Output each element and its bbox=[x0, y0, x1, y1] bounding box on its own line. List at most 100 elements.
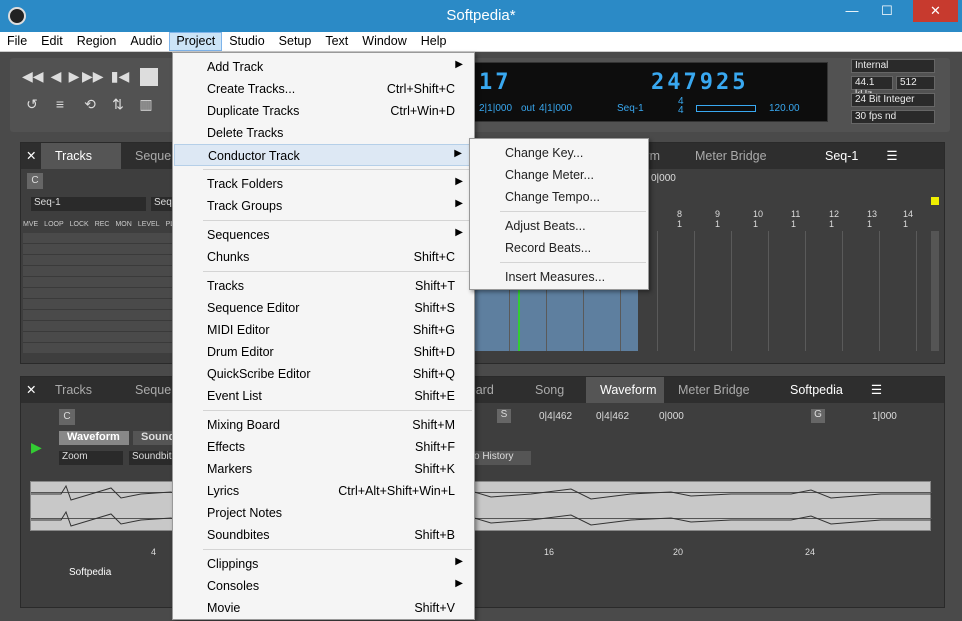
menu-item-track-groups[interactable]: Track Groups ▶ bbox=[174, 195, 473, 217]
menu-window[interactable]: Window bbox=[355, 32, 413, 51]
submenu-item-change-tempo[interactable]: Change Tempo... bbox=[471, 186, 647, 208]
return-to-start-icon[interactable]: ▮◀ bbox=[110, 68, 130, 84]
counter-left: 17 bbox=[479, 70, 512, 95]
play-icon[interactable]: ▶ bbox=[31, 439, 42, 456]
panel-menu[interactable]: Softpedia bbox=[776, 377, 857, 403]
close-panel-icon[interactable]: ✕ bbox=[21, 143, 41, 169]
position-slider[interactable] bbox=[696, 105, 756, 112]
submenu-item-record-beats[interactable]: Record Beats... bbox=[471, 237, 647, 259]
menu-item-clippings[interactable]: Clippings ▶ bbox=[174, 553, 473, 575]
submenu-item-insert-measures[interactable]: Insert Measures... bbox=[471, 266, 647, 288]
menu-item-duplicate-tracks[interactable]: Duplicate Tracks Ctrl+Win+D bbox=[174, 100, 473, 122]
menu-item-create-tracks[interactable]: Create Tracks... Ctrl+Shift+C bbox=[174, 78, 473, 100]
sequence-name[interactable]: Seq-1 bbox=[31, 197, 146, 211]
minimize-button[interactable]: — bbox=[837, 0, 867, 22]
menu-item-chunks[interactable]: Chunks Shift+C bbox=[174, 246, 473, 268]
g-button[interactable]: G bbox=[811, 409, 825, 423]
sound-subtab[interactable]: Sound bbox=[133, 431, 175, 445]
menu-item-tracks[interactable]: Tracks Shift+T bbox=[174, 275, 473, 297]
meter-icon[interactable]: ▥ bbox=[136, 96, 156, 112]
menu-separator bbox=[203, 220, 472, 221]
tab-waveform[interactable]: Waveform bbox=[586, 377, 664, 403]
sequence-selector[interactable]: Seq-1 bbox=[617, 103, 644, 114]
rewind-icon[interactable]: ◀◀ bbox=[22, 68, 44, 84]
maximize-button[interactable]: ☐ bbox=[872, 0, 902, 22]
position-3[interactable]: 0|000 bbox=[659, 411, 684, 422]
position-1[interactable]: 0|4|462 bbox=[539, 411, 572, 422]
play-icon[interactable]: ▶ bbox=[64, 68, 84, 84]
menu-project[interactable]: Project bbox=[169, 32, 223, 51]
out-value[interactable]: 4|1|000 bbox=[539, 103, 572, 114]
marker-icon[interactable] bbox=[931, 197, 939, 205]
fast-forward-icon[interactable]: ▶▶ bbox=[82, 68, 104, 84]
menu-help[interactable]: Help bbox=[414, 32, 454, 51]
step-icon[interactable]: ⇅ bbox=[108, 96, 128, 112]
menu-text[interactable]: Text bbox=[318, 32, 355, 51]
menu-item-movie[interactable]: Movie Shift+V bbox=[174, 597, 473, 619]
submenu-item-change-meter[interactable]: Change Meter... bbox=[471, 164, 647, 186]
submenu-item-label: Insert Measures... bbox=[505, 270, 606, 284]
menu-region[interactable]: Region bbox=[70, 32, 124, 51]
menu-item-sequence-editor[interactable]: Sequence Editor Shift+S bbox=[174, 297, 473, 319]
track-rows[interactable] bbox=[23, 233, 173, 353]
menu-edit[interactable]: Edit bbox=[34, 32, 70, 51]
menu-item-markers[interactable]: Markers Shift+K bbox=[174, 458, 473, 480]
loop-icon[interactable]: ⟲ bbox=[80, 96, 100, 112]
position-2[interactable]: 0|4|462 bbox=[596, 411, 629, 422]
audio-waveform[interactable] bbox=[30, 481, 932, 531]
menu-item-sequences[interactable]: Sequences ▶ bbox=[174, 224, 473, 246]
submenu-item-adjust-beats[interactable]: Adjust Beats... bbox=[471, 215, 647, 237]
submenu-item-change-key[interactable]: Change Key... bbox=[471, 142, 647, 164]
menu-item-delete-tracks[interactable]: Delete Tracks bbox=[174, 122, 473, 144]
menu-file[interactable]: File bbox=[0, 32, 34, 51]
menu-item-conductor-track[interactable]: Conductor Track ▶ bbox=[174, 144, 473, 166]
frame-rate[interactable]: 30 fps nd bbox=[851, 110, 935, 124]
close-button[interactable]: ✕ bbox=[913, 0, 958, 22]
c-button[interactable]: C bbox=[27, 173, 43, 189]
tempo-value[interactable]: 120.00 bbox=[769, 103, 800, 114]
menu-setup[interactable]: Setup bbox=[272, 32, 319, 51]
bit-depth[interactable]: 24 Bit Integer bbox=[851, 93, 935, 107]
close-panel-icon[interactable]: ✕ bbox=[21, 377, 41, 403]
grid-value[interactable]: 1|000 bbox=[872, 411, 897, 422]
zoom-select[interactable]: Zoom bbox=[59, 451, 123, 465]
menu-item-event-list[interactable]: Event List Shift+E bbox=[174, 385, 473, 407]
menu-item-mixing-board[interactable]: Mixing Board Shift+M bbox=[174, 414, 473, 436]
tab-tracks[interactable]: Tracks bbox=[41, 143, 121, 169]
sequence-menu[interactable]: Seq-1 bbox=[811, 143, 872, 169]
c-button[interactable]: C bbox=[59, 409, 75, 425]
panel-menu-icon[interactable]: ☰ bbox=[857, 377, 896, 403]
sample-rate[interactable]: 44.1 kHz bbox=[851, 76, 893, 100]
menu-item-effects[interactable]: Effects Shift+F bbox=[174, 436, 473, 458]
menu-item-project-notes[interactable]: Project Notes bbox=[174, 502, 473, 524]
tab-sequence[interactable]: Sequen bbox=[121, 377, 178, 403]
time-readout[interactable]: 0|000 bbox=[651, 173, 676, 184]
tab-sequence[interactable]: Sequen bbox=[121, 143, 178, 169]
menu-item-quickscribe-editor[interactable]: QuickScribe Editor Shift+Q bbox=[174, 363, 473, 385]
vertical-scrollbar[interactable] bbox=[931, 231, 939, 351]
sync-mode[interactable]: Internal bbox=[851, 59, 935, 73]
s-button[interactable]: S bbox=[497, 409, 511, 423]
menu-item-lyrics[interactable]: Lyrics Ctrl+Alt+Shift+Win+L bbox=[174, 480, 473, 502]
tab-song[interactable]: Song bbox=[521, 377, 586, 403]
tab-meter-bridge[interactable]: Meter Bridge bbox=[681, 143, 781, 169]
menu-item-soundbites[interactable]: Soundbites Shift+B bbox=[174, 524, 473, 546]
punch-icon[interactable]: ≡ bbox=[50, 96, 70, 112]
buffer-size[interactable]: 512 bbox=[896, 76, 935, 90]
waveform-subtab[interactable]: Waveform bbox=[59, 431, 129, 445]
soundbite-select[interactable]: Soundbite bbox=[129, 451, 177, 465]
menu-studio[interactable]: Studio bbox=[222, 32, 271, 51]
menu-item-add-track[interactable]: Add Track ▶ bbox=[174, 56, 473, 78]
back-icon[interactable]: ◀ bbox=[46, 68, 66, 84]
tab-meter-bridge[interactable]: Meter Bridge bbox=[664, 377, 764, 403]
menu-audio[interactable]: Audio bbox=[123, 32, 169, 51]
menu-item-drum-editor[interactable]: Drum Editor Shift+D bbox=[174, 341, 473, 363]
tab-tracks[interactable]: Tracks bbox=[41, 377, 121, 403]
history-button[interactable]: o History bbox=[474, 451, 531, 465]
menu-item-consoles[interactable]: Consoles ▶ bbox=[174, 575, 473, 597]
stop-icon[interactable] bbox=[140, 68, 158, 86]
menu-item-midi-editor[interactable]: MIDI Editor Shift+G bbox=[174, 319, 473, 341]
panel-menu-icon[interactable]: ☰ bbox=[872, 143, 911, 169]
undo-icon[interactable]: ↺ bbox=[22, 96, 42, 112]
menu-item-track-folders[interactable]: Track Folders ▶ bbox=[174, 173, 473, 195]
